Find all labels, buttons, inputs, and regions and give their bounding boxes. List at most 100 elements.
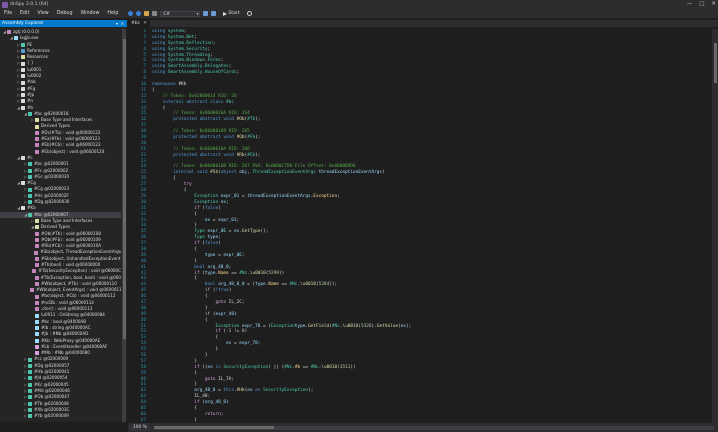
code-token: != bbox=[231, 329, 242, 335]
code-token: #Nc bbox=[331, 323, 340, 329]
code-token: threadExceptionEventArgs bbox=[247, 193, 311, 199]
menu-view[interactable]: View bbox=[33, 9, 52, 18]
close-window-button[interactable]: ✕ bbox=[711, 0, 716, 9]
search-icon[interactable] bbox=[246, 11, 252, 16]
editor-scroll-thumb[interactable] bbox=[713, 43, 717, 83]
code-token: internal abstract class bbox=[152, 99, 227, 105]
node-icon bbox=[35, 263, 39, 268]
node-icon bbox=[35, 149, 39, 154]
node-icon bbox=[21, 99, 25, 104]
code-token: ex bbox=[152, 341, 232, 347]
redo-icon[interactable] bbox=[211, 11, 217, 16]
editor-tabs: #bc ✕ bbox=[128, 20, 718, 27]
save-icon[interactable] bbox=[152, 11, 158, 16]
code-token: ; bbox=[236, 70, 240, 76]
code-text: namespace #Kb bbox=[152, 82, 186, 88]
back-icon[interactable] bbox=[128, 11, 134, 16]
start-button[interactable]: Start bbox=[223, 11, 240, 16]
explorer-scroll-thumb[interactable] bbox=[122, 39, 126, 339]
editor-pane: #bc ✕ 1 using System; 2 using System.Net; 3… bbox=[128, 20, 718, 432]
code-token: GetValue bbox=[376, 323, 398, 329]
code-token: protected abstract void bbox=[152, 135, 237, 141]
node-icon bbox=[35, 344, 39, 349]
node-icon bbox=[7, 30, 11, 35]
code-token: arg_48_0 bbox=[152, 388, 216, 394]
node-icon bbox=[34, 275, 39, 280]
code-token: #Nc bbox=[310, 364, 319, 370]
node-icon bbox=[35, 326, 39, 331]
code-token: SmartAssembly.Delegates bbox=[167, 64, 229, 70]
menu-window[interactable]: Window bbox=[77, 9, 104, 18]
node-icon bbox=[34, 250, 39, 255]
code-token: ; bbox=[218, 235, 221, 241]
panel-close-icon[interactable]: ✕ bbox=[121, 20, 124, 27]
menu-bar: File Edit View Debug Window Help C# ▾ Sta… bbox=[0, 9, 718, 18]
code-token: \u0010 bbox=[300, 282, 316, 288]
code-token: #Qb bbox=[236, 135, 245, 141]
forward-icon[interactable] bbox=[136, 11, 142, 16]
code-token: #Nc bbox=[284, 364, 293, 370]
zoom-level[interactable]: 100 % bbox=[130, 424, 150, 431]
code-token: )); bbox=[329, 282, 338, 288]
node-icon bbox=[30, 288, 34, 293]
code-token: ) bbox=[228, 288, 232, 294]
code-text: internal void #Sb(object obj, ThreadExce… bbox=[152, 170, 385, 176]
editor-horizontal-scrollbar[interactable] bbox=[153, 425, 714, 430]
menu-help[interactable]: Help bbox=[103, 9, 122, 18]
tree-node-label: #Yb @02000049 bbox=[34, 413, 69, 419]
title-bar: dnSpy 3.0.1 (64) — □ ✕ bbox=[0, 0, 718, 9]
node-icon bbox=[35, 351, 39, 356]
code-token: ; bbox=[220, 58, 224, 64]
code-token: System.Threading bbox=[167, 52, 211, 58]
code-token: if bbox=[152, 364, 203, 370]
code-token: expr_0E bbox=[223, 252, 242, 258]
assembly-explorer-title: Assembly Explorer bbox=[2, 21, 44, 26]
undo-icon[interactable] bbox=[203, 11, 209, 16]
maximize-button[interactable]: □ bbox=[699, 0, 704, 9]
code-token: { bbox=[152, 294, 208, 300]
tab-label: #bc bbox=[131, 21, 141, 26]
code-token: if bbox=[152, 288, 213, 294]
code-token: protected abstract void bbox=[152, 152, 237, 158]
code-token: System.Reflection bbox=[167, 40, 213, 46]
menu-edit[interactable]: Edit bbox=[16, 9, 33, 18]
tree-node[interactable]: ▷ #Yb @02000049 bbox=[0, 413, 121, 419]
toolbar: C# ▾ Start bbox=[128, 10, 252, 17]
code-token: expr_0E bbox=[207, 229, 227, 235]
open-file-icon[interactable] bbox=[144, 11, 150, 16]
code-token: } bbox=[152, 305, 208, 311]
code-token: } bbox=[152, 358, 197, 364]
minimize-button[interactable]: — bbox=[687, 0, 693, 9]
code-token: 5284 bbox=[318, 282, 330, 288]
tab-bc[interactable]: #bc ✕ bbox=[128, 20, 150, 27]
menu-file[interactable]: File bbox=[0, 9, 16, 18]
code-token: using bbox=[152, 46, 168, 52]
code-token: { bbox=[152, 246, 197, 252]
assembly-explorer-panel: Assembly Explorer ▾ ✕ ◢ zgtj (0.0.0.0) ◢ lx… bbox=[0, 20, 127, 422]
code-token: ) bbox=[218, 205, 221, 211]
code-token: using bbox=[152, 52, 168, 58]
code-token: ) bbox=[218, 241, 221, 247]
code-token: { bbox=[152, 105, 166, 111]
panel-menu-icon[interactable]: ▾ bbox=[116, 20, 118, 27]
code-token: obj bbox=[239, 170, 248, 176]
code-token: } bbox=[152, 347, 219, 353]
code-token: threadExceptionEventArgs bbox=[318, 170, 383, 176]
menu-debug[interactable]: Debug bbox=[53, 9, 77, 18]
code-view[interactable]: 1 using System; 2 using System.Net; 3 using … bbox=[128, 29, 712, 423]
code-token: ; bbox=[212, 40, 216, 46]
code-token: using bbox=[152, 70, 168, 76]
code-token: SmartAssembly.HouseOfCards bbox=[167, 70, 237, 76]
node-icon bbox=[21, 181, 25, 186]
code-token: expr_01 bbox=[218, 217, 237, 223]
editor-vertical-scrollbar[interactable] bbox=[712, 29, 718, 423]
code-token: #bc bbox=[226, 99, 234, 105]
node-icon bbox=[28, 193, 32, 198]
code-text: protected abstract void #Qb(#Fb); bbox=[152, 135, 260, 141]
tab-close-icon[interactable]: ✕ bbox=[143, 20, 147, 27]
editor-hscroll-thumb[interactable] bbox=[153, 426, 274, 429]
code-token: IL_7A; bbox=[218, 376, 234, 382]
explorer-scrollbar[interactable] bbox=[122, 29, 126, 422]
language-select[interactable]: C# ▾ bbox=[160, 10, 201, 17]
code-token: ; bbox=[337, 193, 340, 199]
